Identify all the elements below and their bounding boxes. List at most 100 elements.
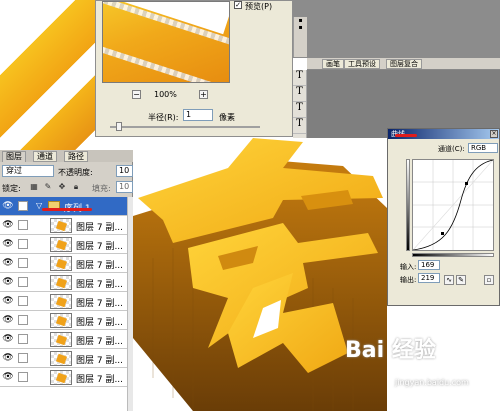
- layer-row[interactable]: 👁︎ 图层 7 副...: [0, 292, 133, 311]
- workspace-background: [293, 0, 500, 58]
- layer-thumbnail: [50, 218, 72, 233]
- layer-name: 图层 7 副...: [76, 337, 124, 347]
- lock-paint-icon[interactable]: ✎: [44, 183, 52, 191]
- gaussian-blur-dialog: ✓ 预览(P) − 100% + 半径(R): 1 像素: [95, 0, 293, 137]
- watermark-logo: Bai 经验: [345, 338, 436, 363]
- layer-row[interactable]: 👁︎ 图层 7 副...: [0, 273, 133, 292]
- character-button-column: T T T T: [293, 70, 307, 140]
- layer-name: 图层 7 副...: [76, 261, 124, 271]
- document-canvas[interactable]: [133, 138, 387, 411]
- visibility-eye-icon[interactable]: 👁︎: [2, 296, 14, 306]
- opacity-label: 不透明度:: [58, 168, 93, 177]
- tab-tool-presets[interactable]: 工具预设: [344, 59, 380, 69]
- layer-thumbnail: [50, 332, 72, 347]
- tab-layers[interactable]: 图层: [2, 151, 26, 162]
- watermark-url: jingyan.baidu.com: [395, 378, 469, 387]
- close-icon[interactable]: ×: [490, 130, 498, 138]
- tab-channels[interactable]: 通道: [33, 151, 57, 162]
- lock-position-icon[interactable]: ✥: [58, 183, 66, 191]
- input-label: 输入:: [400, 263, 417, 271]
- type-button[interactable]: T: [293, 70, 306, 86]
- zoom-level: 100%: [154, 90, 177, 99]
- visibility-eye-icon[interactable]: 👁︎: [2, 277, 14, 287]
- curves-graph[interactable]: [412, 159, 494, 251]
- type-button[interactable]: T: [293, 118, 306, 134]
- link-box[interactable]: [18, 201, 28, 211]
- lock-all-icon[interactable]: 🔒︎: [72, 183, 80, 191]
- pencil-tool-icon[interactable]: ✎: [456, 275, 466, 285]
- visibility-eye-icon[interactable]: 👁︎: [2, 201, 14, 211]
- layers-list: 👁︎ ▽ 序列 1 👁︎ 图层 7 副... 👁︎ 图层 7 副... 👁︎ 图…: [0, 197, 133, 411]
- link-box[interactable]: [18, 258, 28, 268]
- layer-row[interactable]: 👁︎ 图层 7 副...: [0, 368, 133, 387]
- radius-input[interactable]: 1: [183, 109, 213, 121]
- link-box[interactable]: [18, 277, 28, 287]
- channel-label: 通道(C):: [438, 145, 465, 153]
- zoom-in-button[interactable]: +: [199, 90, 208, 99]
- input-gradient-bar: [412, 253, 494, 257]
- dock-icon[interactable]: ▪: [294, 24, 307, 31]
- layer-thumbnail: [50, 313, 72, 328]
- output-field[interactable]: 219: [418, 273, 440, 283]
- layer-thumbnail: [50, 370, 72, 385]
- visibility-eye-icon[interactable]: 👁︎: [2, 315, 14, 325]
- layer-thumbnail: [50, 351, 72, 366]
- radius-slider-thumb[interactable]: [116, 122, 122, 131]
- type-button[interactable]: T: [293, 86, 306, 102]
- layer-row[interactable]: 👁︎ 图层 7 副...: [0, 311, 133, 330]
- blend-mode-select[interactable]: 穿过: [2, 165, 54, 177]
- channel-select[interactable]: RGB: [468, 143, 498, 153]
- blur-preview[interactable]: [102, 1, 230, 83]
- dock-icon[interactable]: ▪: [294, 17, 307, 24]
- layer-row[interactable]: 👁︎ 图层 7 副...: [0, 254, 133, 273]
- 3d-character-art: [133, 138, 387, 411]
- radius-unit: 像素: [219, 113, 235, 122]
- layer-thumbnail: [50, 237, 72, 252]
- radius-label: 半径(R):: [148, 113, 179, 122]
- curves-dialog: 曲线 × 通道(C): RGB 输入: 169 输出: 219 ∿ ✎ ▫: [387, 128, 500, 306]
- link-box[interactable]: [18, 239, 28, 249]
- layer-row[interactable]: 👁︎ 图层 7 副...: [0, 235, 133, 254]
- preview-checkbox[interactable]: ✓: [234, 1, 242, 9]
- link-box[interactable]: [18, 353, 28, 363]
- tab-brushes[interactable]: 画笔: [322, 59, 344, 69]
- lock-transparency-icon[interactable]: ▦: [30, 183, 38, 191]
- layer-row[interactable]: 👁︎ 图层 7 副...: [0, 349, 133, 368]
- visibility-eye-icon[interactable]: 👁︎: [2, 353, 14, 363]
- highlight-underline: [42, 208, 92, 211]
- layer-row[interactable]: 👁︎ 图层 7 副...: [0, 330, 133, 349]
- visibility-eye-icon[interactable]: 👁︎: [2, 334, 14, 344]
- link-box[interactable]: [18, 296, 28, 306]
- visibility-eye-icon[interactable]: 👁︎: [2, 258, 14, 268]
- lock-label: 锁定:: [2, 184, 21, 193]
- layer-name: 图层 7 副...: [76, 356, 124, 366]
- input-field[interactable]: 169: [418, 260, 440, 270]
- opacity-input[interactable]: 10: [116, 165, 133, 177]
- expand-graph-icon[interactable]: ▫: [484, 275, 494, 285]
- visibility-eye-icon[interactable]: 👁︎: [2, 372, 14, 382]
- fill-input[interactable]: 10: [116, 181, 133, 193]
- visibility-eye-icon[interactable]: 👁︎: [2, 220, 14, 230]
- layer-name: 图层 7 副...: [76, 318, 124, 328]
- palette-dock: ▪ ▪: [293, 17, 307, 57]
- link-box[interactable]: [18, 315, 28, 325]
- layer-name: 图层 7 副...: [76, 242, 124, 252]
- layer-name: 图层 7 副...: [76, 299, 124, 309]
- layer-name: 图层 7 副...: [76, 375, 124, 385]
- visibility-eye-icon[interactable]: 👁︎: [2, 239, 14, 249]
- curve-point-tool-icon[interactable]: ∿: [444, 275, 454, 285]
- link-box[interactable]: [18, 220, 28, 230]
- tab-paths[interactable]: 路径: [64, 151, 88, 162]
- highlight-underline: [395, 134, 417, 137]
- zoom-out-button[interactable]: −: [132, 90, 141, 99]
- layer-group-row[interactable]: 👁︎ ▽ 序列 1: [0, 197, 133, 216]
- layers-scrollbar[interactable]: [127, 197, 133, 411]
- radius-slider-track[interactable]: [110, 126, 260, 128]
- link-box[interactable]: [18, 334, 28, 344]
- layer-name: 图层 7 副...: [76, 223, 124, 233]
- layer-thumbnail: [50, 256, 72, 271]
- tab-layer-comps[interactable]: 图层复合: [386, 59, 422, 69]
- layer-row[interactable]: 👁︎ 图层 7 副...: [0, 216, 133, 235]
- type-button[interactable]: T: [293, 102, 306, 118]
- link-box[interactable]: [18, 372, 28, 382]
